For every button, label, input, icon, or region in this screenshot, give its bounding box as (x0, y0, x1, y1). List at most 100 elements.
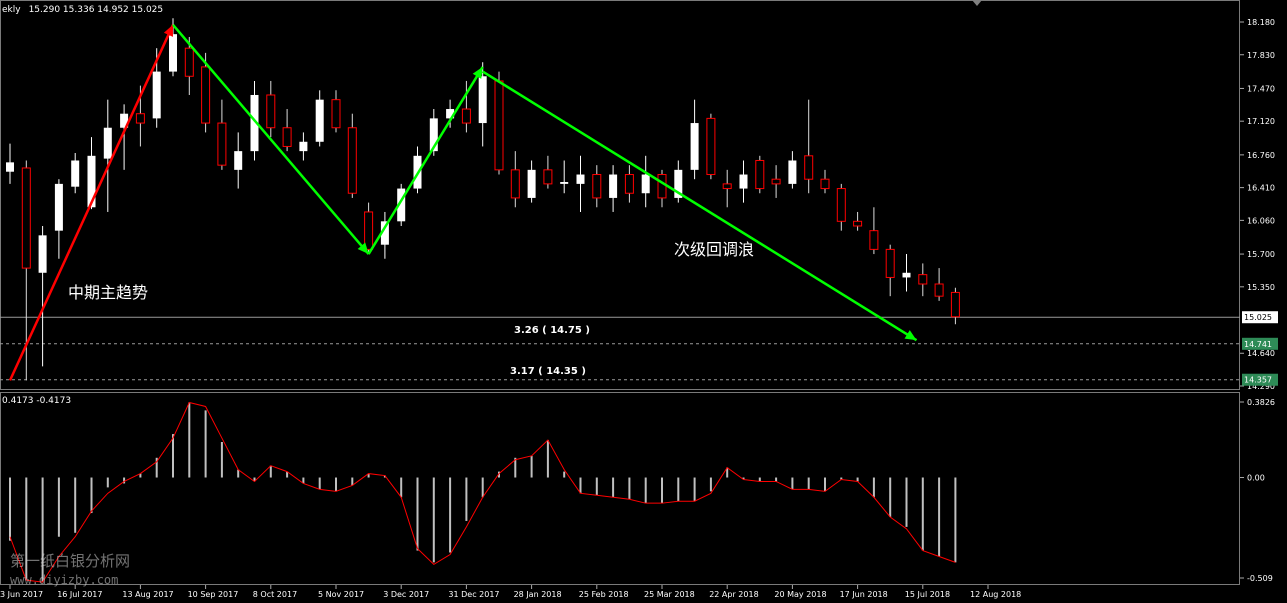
candle-body-bull (103, 127, 112, 159)
date-tick-label: 28 Jan 2018 (514, 590, 562, 599)
date-tick-label: 16 Jul 2017 (57, 590, 102, 599)
oscillator-pane-frame (0, 392, 1240, 585)
watermark-url: www.diyizby.com (10, 573, 118, 587)
price-axis: 18.180 17.830 17.470 17.120 16.760 16.410 16.0… (1240, 18, 1275, 391)
secondary-wave-annotation: 次级回调浪 (674, 240, 754, 259)
trend-lines (8, 23, 918, 381)
candle-body-bull (788, 160, 797, 184)
candle-body-bear (869, 230, 879, 250)
price-tick-label: 14.640 (1247, 349, 1275, 358)
date-tick-label: 25 Feb 2018 (579, 590, 629, 599)
price-tick-label: 17.120 (1247, 117, 1275, 126)
candle-body-bull (739, 174, 748, 189)
trend-line (482, 70, 918, 342)
candle-body-bull (560, 182, 569, 184)
candle-body-bear (217, 122, 227, 166)
candle-body-bear (266, 94, 276, 129)
oscillator-series (9, 401, 957, 583)
candle-body-bear (592, 174, 602, 199)
candle-body-bear (331, 99, 341, 129)
date-tick-label: 20 May 2018 (774, 590, 826, 599)
date-tick-label: 3 Jun 2017 (0, 590, 43, 599)
date-tick-label: 12 Aug 2018 (970, 590, 1021, 599)
date-tick-label: 17 Jun 2018 (840, 590, 888, 599)
price-levels: 15.025 14.741 14.357 3.26 ( 14.75 ) 3.17 ( 1… (0, 311, 1278, 386)
candle-body-bull (152, 71, 161, 119)
candle-body-bear (184, 47, 194, 77)
date-tick-label: 8 Oct 2017 (253, 590, 297, 599)
candle-body-bull (299, 141, 308, 152)
scroll-marker-icon[interactable] (972, 0, 982, 6)
candle-body-bull (234, 151, 243, 170)
candle-body-bear (950, 291, 960, 318)
chart-canvas[interactable]: ekly 15.290 15.336 14.952 15.025 0.4173 -… (0, 0, 1287, 603)
candle-body-bear (934, 283, 944, 297)
trend-line (367, 66, 484, 255)
candle-body-bear (657, 174, 667, 199)
candle-body-bear (722, 183, 732, 190)
osc-tick-label: 0.3826 (1247, 398, 1275, 407)
trend-line (8, 24, 175, 381)
date-tick-label: 22 Apr 2018 (709, 590, 758, 599)
price-tick-label: 15.350 (1247, 283, 1275, 292)
level-tag-label: 14.357 (1244, 376, 1272, 385)
candle-body-bear (364, 211, 374, 250)
candle-body-bull (315, 99, 324, 142)
oscillator-header: 0.4173 -0.4173 (2, 396, 71, 406)
date-tick-label: 15 Jul 2018 (905, 590, 950, 599)
price-tick-label: 16.060 (1247, 216, 1275, 225)
date-tick-label: 31 Dec 2017 (448, 590, 499, 599)
symbol-label: ekly 15.290 15.336 14.952 15.025 (2, 5, 163, 15)
main-trend-annotation: 中期主趋势 (68, 283, 148, 302)
date-tick-label: 10 Sep 2017 (188, 590, 239, 599)
candle-body-bear (543, 169, 553, 185)
fib-level-label: 3.26 ( 14.75 ) (514, 325, 590, 336)
candle-body-bull (54, 183, 63, 231)
candle-body-bear (510, 169, 520, 199)
price-tick-label: 17.830 (1247, 51, 1275, 60)
price-tick-label: 16.410 (1247, 184, 1275, 193)
candle-body-bull (71, 160, 80, 187)
candle-body-bull (576, 174, 585, 184)
oscillator-axis: 0.3826 0.00 -0.509 (1240, 398, 1275, 583)
candle-body-bull (641, 174, 650, 194)
watermark-title: 第一纸白银分析网 (10, 552, 130, 570)
time-axis: 3 Jun 2017 16 Jul 2017 13 Aug 2017 10 Sep 2… (0, 585, 1021, 599)
candle-body-bull (902, 272, 911, 278)
candle-body-bear (771, 178, 781, 185)
candle-body-bear (494, 80, 504, 171)
candle-body-bull (6, 162, 14, 172)
candle-body-bull (478, 76, 487, 124)
date-tick-label: 5 Nov 2017 (318, 590, 364, 599)
candle-body-bear (706, 117, 716, 176)
candle-body-bear (21, 167, 31, 269)
candle-body-bear (624, 174, 634, 194)
candle-body-bear (918, 274, 928, 285)
fib-level-label: 3.17 ( 14.35 ) (510, 366, 586, 377)
candle-body-bear (885, 248, 895, 278)
candle-body-bear (836, 188, 846, 222)
candle-body-bear (804, 155, 814, 180)
price-tick-label: 15.700 (1247, 250, 1275, 259)
date-tick-label: 3 Dec 2017 (383, 590, 429, 599)
candle-body-bull (87, 155, 96, 208)
candle-body-bear (820, 178, 830, 190)
candle-body-bear (755, 159, 765, 190)
price-tick-label: 18.180 (1247, 18, 1275, 27)
candle-body-bull (690, 123, 699, 170)
candle-body-bear (201, 66, 211, 124)
candle-body-bear (853, 220, 863, 227)
date-tick-label: 13 Aug 2017 (122, 590, 173, 599)
candle-body-bull (169, 34, 177, 72)
price-tick-label: 16.760 (1247, 151, 1275, 160)
candle-body-bear (461, 108, 471, 124)
date-tick-label: 25 Mar 2018 (644, 590, 695, 599)
osc-tick-label: -0.509 (1247, 574, 1273, 583)
candle-body-bear (347, 127, 357, 194)
candle-body-bull (609, 174, 618, 198)
current-price-tag-label: 15.025 (1244, 313, 1272, 322)
trend-line (172, 23, 370, 255)
osc-tick-label: 0.00 (1247, 474, 1265, 483)
candle-body-bull (38, 235, 47, 273)
level-tag-label: 14.741 (1244, 340, 1272, 349)
